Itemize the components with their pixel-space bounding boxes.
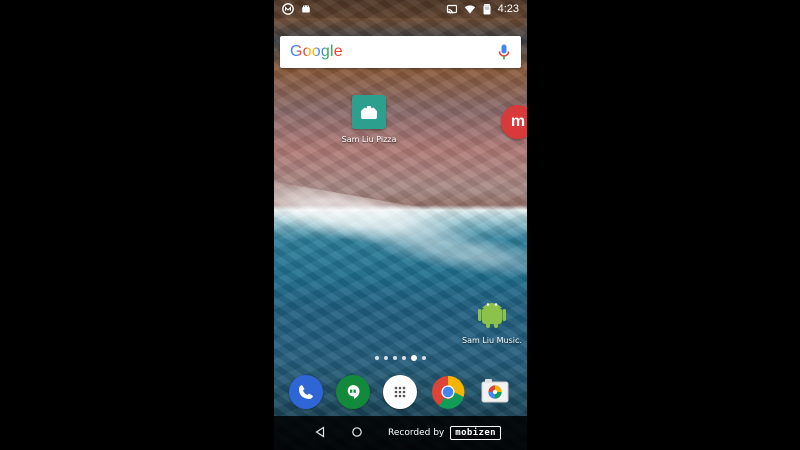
google-search-bar[interactable]: Google xyxy=(280,36,521,68)
page-dot xyxy=(393,356,397,360)
app-sam-liu-music[interactable]: Sam Liu Music. xyxy=(446,296,527,345)
android-app-icon xyxy=(352,95,386,129)
page-dot xyxy=(422,356,426,360)
page-dot xyxy=(402,356,406,360)
mic-icon[interactable] xyxy=(497,43,511,61)
app-label: Sam Liu Pizza xyxy=(341,135,397,144)
cast-icon xyxy=(446,3,458,15)
chrome-icon[interactable] xyxy=(431,375,465,409)
status-right: 4:23 xyxy=(446,3,519,15)
google-logo: Google xyxy=(290,43,343,60)
android-robot-icon xyxy=(472,296,512,330)
mobizen-brand: mobizen xyxy=(450,426,501,440)
page-dot xyxy=(384,356,388,360)
recorded-text: Recorded by xyxy=(388,428,445,438)
back-icon[interactable] xyxy=(314,425,326,441)
page-dot xyxy=(375,356,379,360)
dock xyxy=(274,372,527,412)
battery-icon xyxy=(482,3,492,15)
app-sam-liu-pizza[interactable]: Sam Liu Pizza xyxy=(323,95,415,144)
android-notification-icon xyxy=(300,3,312,15)
phone-icon[interactable] xyxy=(288,375,323,409)
hangouts-icon[interactable] xyxy=(336,375,371,409)
app-drawer-icon[interactable] xyxy=(383,375,418,409)
partial-app-letter: m xyxy=(510,113,526,130)
app-label: Sam Liu Music. xyxy=(462,336,522,345)
clock-time: 4:23 xyxy=(497,3,519,15)
mobizen-icon xyxy=(282,3,294,15)
page-dot-active xyxy=(411,355,417,361)
status-left xyxy=(282,3,312,15)
home-icon[interactable] xyxy=(351,426,363,441)
phone-screen: 4:23 Google Sam Liu Pizza m Sam Liu Musi… xyxy=(274,0,527,450)
recorded-by-watermark: Recorded by mobizen xyxy=(388,426,501,440)
home-page-indicator xyxy=(274,355,527,361)
wifi-icon xyxy=(464,3,476,15)
partial-app-icon[interactable]: m xyxy=(501,105,527,139)
camera-icon[interactable] xyxy=(478,375,512,409)
navigation-bar: Recorded by mobizen xyxy=(274,416,527,450)
status-bar: 4:23 xyxy=(274,0,527,18)
